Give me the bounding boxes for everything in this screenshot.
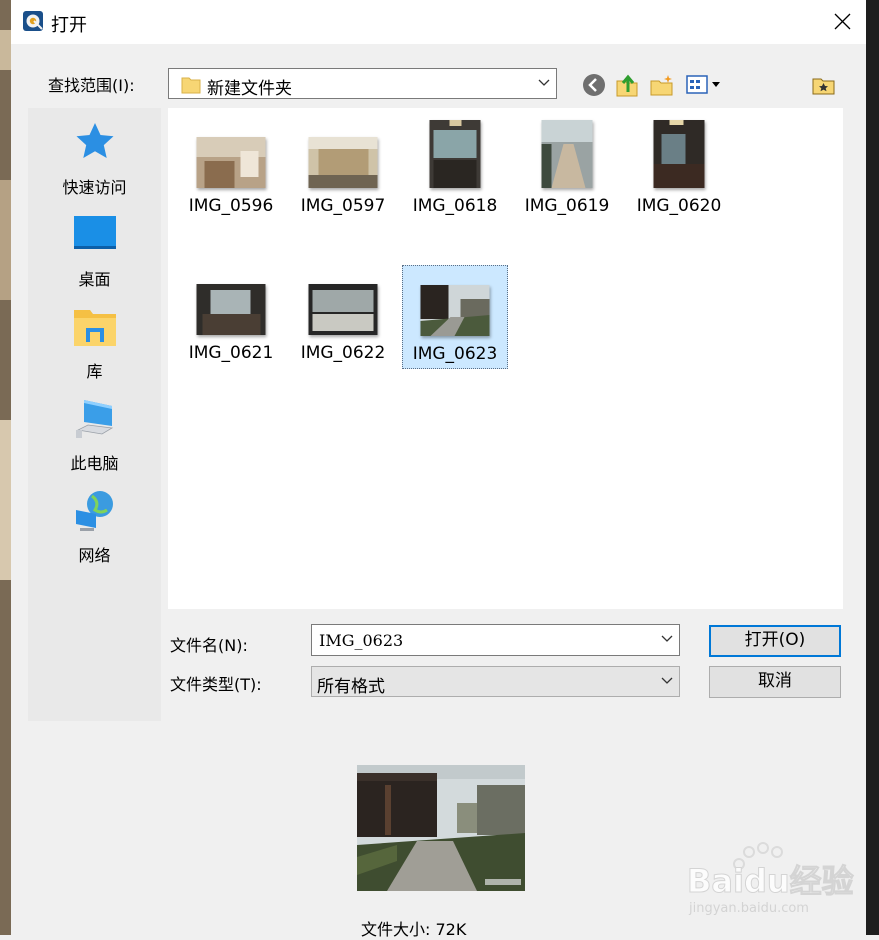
file-item[interactable]: IMG_0622: [290, 265, 396, 369]
file-item-selected[interactable]: IMG_0623: [402, 265, 508, 369]
place-label: 快速访问: [62, 178, 127, 197]
file-name: IMG_0621: [188, 343, 274, 363]
open-file-dialog: 打开 查找范围(I): 新建文件夹 快速访问 桌面 库 此电脑 网络 IMG_0…: [11, 0, 867, 939]
file-name-combobox[interactable]: [311, 624, 680, 656]
back-button[interactable]: [581, 72, 607, 98]
back-arrow-icon: [583, 74, 605, 96]
watermark-url: jingyan.baidu.com: [688, 901, 809, 916]
file-type-value: 所有格式: [317, 677, 385, 697]
library-icon: [73, 310, 116, 346]
file-item[interactable]: IMG_0621: [178, 265, 284, 369]
chevron-down-icon: [661, 677, 673, 684]
file-name: IMG_0596: [188, 196, 274, 216]
file-name: IMG_0597: [300, 196, 386, 216]
image-thumbnail: [196, 137, 266, 188]
open-button[interactable]: 打开(O): [709, 625, 841, 657]
place-network[interactable]: 网络: [28, 488, 161, 566]
new-folder-button[interactable]: [649, 72, 675, 98]
image-preview: [357, 765, 525, 891]
chevron-down-icon: [538, 79, 550, 86]
look-in-value: 新建文件夹: [207, 79, 292, 99]
place-library[interactable]: 库: [28, 304, 161, 382]
file-item[interactable]: IMG_0618: [402, 118, 508, 222]
up-folder-button[interactable]: [614, 72, 640, 98]
file-size-label: 文件大小: 72K: [361, 920, 467, 939]
file-name: IMG_0619: [524, 196, 610, 216]
close-button[interactable]: [820, 0, 866, 44]
file-item[interactable]: IMG_0619: [514, 118, 620, 222]
new-folder-icon: [650, 75, 673, 96]
desktop-icon: [73, 216, 116, 249]
look-in-label: 查找范围(I):: [48, 76, 135, 95]
cancel-button[interactable]: 取消: [709, 666, 841, 698]
image-thumbnail: [653, 120, 705, 188]
file-list[interactable]: IMG_0596 IMG_0597 IMG_0618 IMG_0619 IMG_…: [168, 108, 843, 609]
baidu-jingyan-watermark: Baidu经验 jingyan.baidu.com: [687, 840, 867, 920]
baidu-paw-logo: Baidu经验 jingyan.baidu.com: [687, 842, 854, 916]
image-thumbnail: [429, 120, 481, 188]
place-this-pc[interactable]: 此电脑: [28, 396, 161, 474]
file-type-select[interactable]: 所有格式: [311, 666, 680, 697]
network-icon: [75, 491, 113, 531]
places-sidebar: 快速访问 桌面 库 此电脑 网络: [28, 108, 161, 721]
favorite-folder-button[interactable]: [811, 72, 837, 98]
place-label: 此电脑: [70, 454, 119, 473]
file-item[interactable]: IMG_0596: [178, 118, 284, 222]
image-thumbnail: [420, 285, 490, 336]
dialog-title: 打开: [51, 15, 87, 36]
file-item[interactable]: IMG_0597: [290, 118, 396, 222]
image-thumbnail: [541, 120, 593, 188]
place-label: 库: [86, 362, 103, 381]
file-name-input[interactable]: [317, 630, 651, 651]
place-label: 桌面: [78, 270, 111, 289]
look-in-combobox[interactable]: 新建文件夹: [168, 68, 557, 99]
view-grid-icon: [686, 75, 720, 94]
place-label: 网络: [78, 546, 111, 565]
up-folder-icon: [616, 74, 638, 97]
file-name: IMG_0618: [412, 196, 498, 216]
title-bar: 打开: [11, 0, 866, 44]
image-thumbnail: [196, 284, 266, 335]
view-menu-button[interactable]: [684, 72, 726, 98]
file-name: IMG_0620: [636, 196, 722, 216]
image-thumbnail: [308, 284, 378, 335]
close-icon: [834, 13, 851, 30]
watermark-brand: Baidu经验: [687, 862, 854, 900]
file-name: IMG_0623: [412, 344, 498, 364]
image-thumbnail: [308, 137, 378, 188]
file-name: IMG_0622: [300, 343, 386, 363]
file-type-label: 文件类型(T):: [170, 675, 262, 694]
star-folder-icon: [812, 78, 835, 95]
star-icon: [76, 123, 113, 158]
app-icon: [23, 11, 43, 31]
folder-icon: [181, 77, 201, 94]
chevron-down-icon[interactable]: [661, 635, 673, 643]
background-window-right: [866, 0, 879, 935]
file-item[interactable]: IMG_0620: [626, 118, 732, 222]
computer-icon: [75, 400, 113, 438]
place-desktop[interactable]: 桌面: [28, 212, 161, 290]
file-name-label: 文件名(N):: [170, 636, 248, 655]
background-window-left: [0, 0, 11, 935]
place-quick-access[interactable]: 快速访问: [28, 120, 161, 198]
